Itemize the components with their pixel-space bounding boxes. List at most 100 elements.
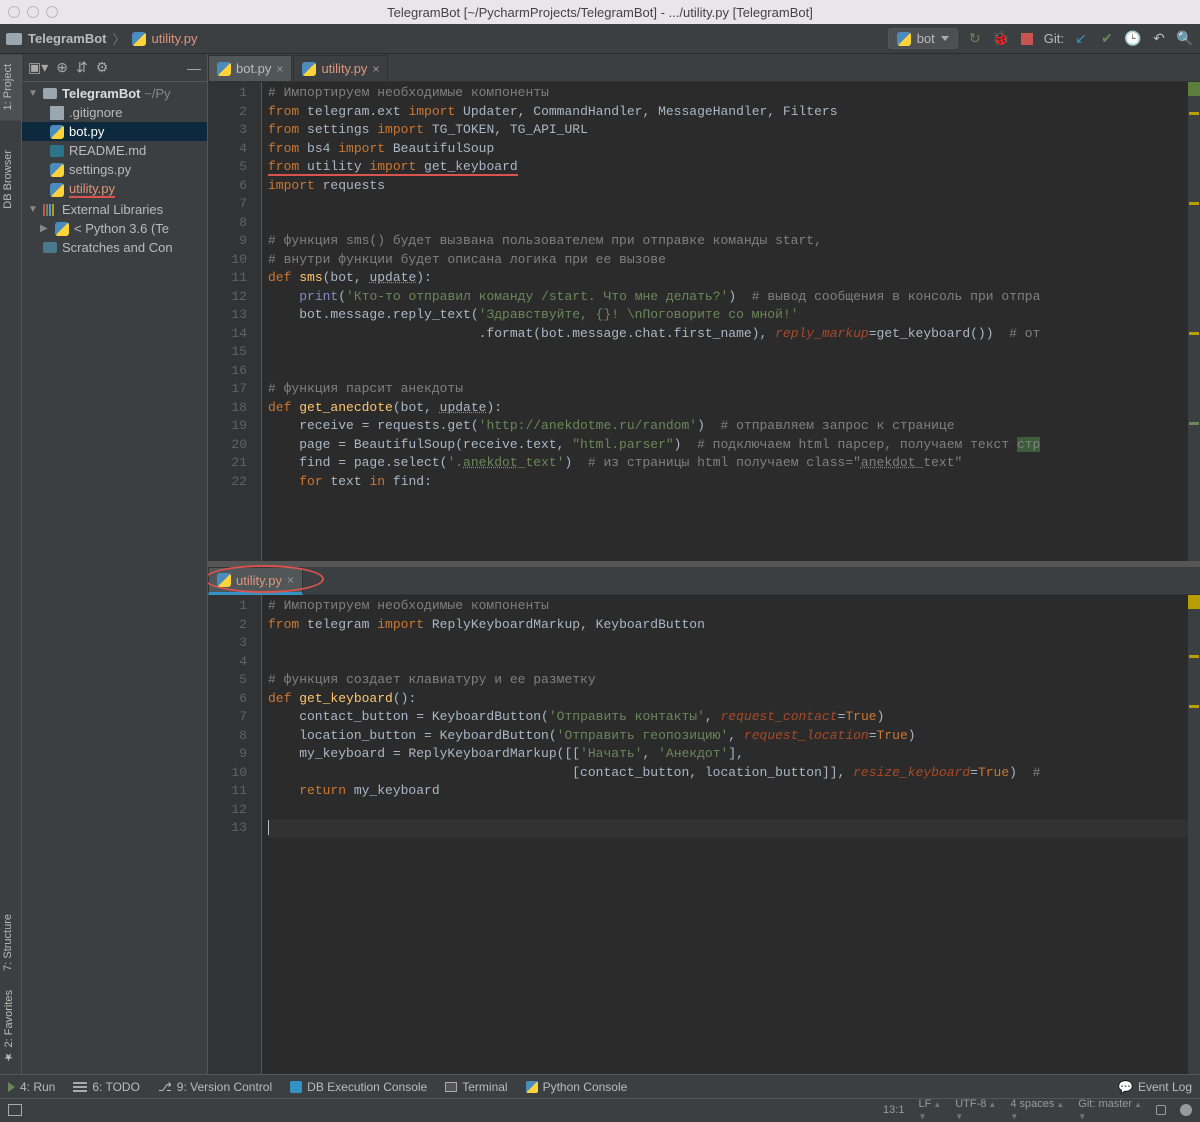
editor-scrollbar[interactable] [1188, 595, 1200, 1074]
line-number: 1 [212, 597, 247, 616]
inspection-status-icon[interactable] [1188, 82, 1200, 96]
bottom-tool-strip: 4: Run 6: TODO ⎇9: Version Control DB Ex… [0, 1074, 1200, 1098]
hide-panel-icon[interactable]: — [187, 60, 201, 76]
line-number: 7 [212, 195, 247, 214]
tree-file-readme[interactable]: README.md [22, 141, 207, 160]
breadcrumb-file[interactable]: utility.py [152, 31, 198, 46]
status-indent[interactable]: 4 spaces▲▼ [1010, 1098, 1064, 1122]
tool-windows-icon[interactable] [8, 1104, 22, 1116]
python-file-icon [217, 573, 231, 587]
tree-external-libraries[interactable]: ▼ External Libraries [22, 200, 207, 219]
tree-label: < Python 3.6 (Te [74, 221, 169, 236]
folder-icon [6, 33, 22, 45]
typo-stripe[interactable] [1189, 422, 1199, 425]
run-config-selector[interactable]: bot [888, 28, 958, 49]
vcs-history-icon[interactable]: 🕒 [1124, 30, 1142, 48]
inspection-status-icon[interactable] [1188, 595, 1200, 609]
tool-version-control[interactable]: ⎇9: Version Control [158, 1080, 272, 1094]
warning-stripe[interactable] [1189, 655, 1199, 658]
line-number: 11 [212, 269, 247, 288]
tree-label: bot.py [69, 124, 104, 139]
run-with-coverage-icon[interactable]: ↻ [966, 30, 984, 48]
python-file-icon [50, 125, 64, 139]
gutter-top[interactable]: 1 2 3 4 5 6 7 8 9 10 11 12 13 14 15 16 1… [208, 82, 262, 561]
markdown-file-icon [50, 145, 64, 157]
locate-icon[interactable]: ⊕ [56, 59, 68, 76]
editor-area: bot.py × utility.py × 1 2 3 4 5 6 7 8 9 … [208, 54, 1200, 1074]
tool-terminal[interactable]: Terminal [445, 1080, 507, 1094]
tree-python-sdk[interactable]: ▶ < Python 3.6 (Te [22, 219, 207, 238]
rail-tab-structure[interactable]: 7: Structure [0, 904, 21, 981]
line-number: 5 [212, 158, 247, 177]
ide-user-icon[interactable] [1180, 1104, 1192, 1116]
line-number: 15 [212, 343, 247, 362]
event-log-icon: 💬 [1118, 1080, 1133, 1094]
settings-gear-icon[interactable]: ⚙ [96, 59, 109, 76]
status-caret-position[interactable]: 13:1 [883, 1104, 904, 1116]
tab-utility-bottom[interactable]: utility.py × [208, 567, 303, 595]
tree-label: .gitignore [69, 105, 122, 120]
expand-icon[interactable]: ▶ [40, 223, 50, 234]
tool-python-console[interactable]: Python Console [526, 1080, 628, 1094]
zoom-traffic-icon[interactable] [46, 6, 58, 18]
close-tab-icon[interactable]: × [287, 573, 294, 587]
code-body-bottom[interactable]: # Импортируем необходимые компоненты fro… [262, 595, 1200, 1074]
rail-tab-favorites[interactable]: ★ 2: Favorites [0, 980, 21, 1074]
tool-db-console[interactable]: DB Execution Console [290, 1080, 427, 1094]
tree-root[interactable]: ▼ TelegramBot ~/Py [22, 84, 207, 103]
tool-run[interactable]: 4: Run [8, 1080, 55, 1094]
breadcrumb-root[interactable]: TelegramBot [28, 31, 107, 46]
collapse-all-icon[interactable]: ⇵ [76, 59, 88, 76]
status-git-branch[interactable]: Git: master▲▼ [1078, 1098, 1142, 1122]
tree-file-gitignore[interactable]: .gitignore [22, 103, 207, 122]
line-number: 12 [212, 288, 247, 307]
tool-todo[interactable]: 6: TODO [73, 1080, 140, 1094]
readonly-lock-icon[interactable] [1156, 1105, 1166, 1115]
tree-file-utility[interactable]: utility.py [22, 179, 207, 200]
warning-stripe[interactable] [1189, 705, 1199, 708]
rail-tab-project[interactable]: 1: Project [0, 54, 21, 120]
vcs-commit-icon[interactable]: ✔ [1098, 30, 1116, 48]
database-icon [290, 1081, 302, 1093]
editor-pane-bottom[interactable]: 1 2 3 4 5 6 7 8 9 10 11 12 13 # Импортир… [208, 595, 1200, 1074]
warning-stripe[interactable] [1189, 202, 1199, 205]
minimize-traffic-icon[interactable] [27, 6, 39, 18]
tab-utility-top[interactable]: utility.py × [293, 55, 388, 81]
expand-icon[interactable]: ▼ [28, 204, 38, 215]
chevron-down-icon [941, 36, 949, 41]
line-number: 2 [212, 103, 247, 122]
line-number: 6 [212, 177, 247, 196]
editor-scrollbar[interactable] [1188, 82, 1200, 561]
tree-file-settings[interactable]: settings.py [22, 160, 207, 179]
close-tab-icon[interactable]: × [372, 62, 379, 76]
gutter-bottom[interactable]: 1 2 3 4 5 6 7 8 9 10 11 12 13 [208, 595, 262, 1074]
vcs-revert-icon[interactable]: ↶ [1150, 30, 1168, 48]
file-icon [50, 106, 64, 120]
code-body-top[interactable]: # Импортируем необходимые компоненты fro… [262, 82, 1200, 561]
line-number: 7 [212, 708, 247, 727]
project-tree[interactable]: ▼ TelegramBot ~/Py .gitignore bot.py REA… [22, 82, 207, 257]
tree-file-bot[interactable]: bot.py [22, 122, 207, 141]
tool-event-log[interactable]: 💬Event Log [1118, 1080, 1192, 1094]
warning-stripe[interactable] [1189, 112, 1199, 115]
status-line-separator[interactable]: LF▲▼ [918, 1098, 941, 1122]
scope-selector-icon[interactable]: ▣▾ [28, 59, 48, 76]
search-everywhere-icon[interactable]: 🔍 [1176, 30, 1194, 48]
expand-icon[interactable]: ▼ [28, 88, 38, 99]
status-encoding[interactable]: UTF-8▲▼ [955, 1098, 996, 1122]
stop-icon[interactable] [1018, 30, 1036, 48]
breadcrumb[interactable]: TelegramBot 〉 utility.py [6, 29, 198, 48]
vcs-update-icon[interactable]: ↙ [1072, 30, 1090, 48]
rail-tab-db-browser[interactable]: DB Browser [0, 140, 21, 219]
debug-icon[interactable]: 🐞 [992, 30, 1010, 48]
editor-pane-top[interactable]: 1 2 3 4 5 6 7 8 9 10 11 12 13 14 15 16 1… [208, 82, 1200, 561]
warning-stripe[interactable] [1189, 332, 1199, 335]
close-tab-icon[interactable]: × [276, 62, 283, 76]
project-toolbar: ▣▾ ⊕ ⇵ ⚙ — [22, 54, 207, 82]
tab-bot[interactable]: bot.py × [208, 55, 292, 81]
close-traffic-icon[interactable] [8, 6, 20, 18]
tree-scratches[interactable]: Scratches and Con [22, 238, 207, 257]
window-titlebar: TelegramBot [~/PycharmProjects/TelegramB… [0, 0, 1200, 24]
tree-label: settings.py [69, 162, 131, 177]
run-config-label: bot [917, 31, 935, 46]
